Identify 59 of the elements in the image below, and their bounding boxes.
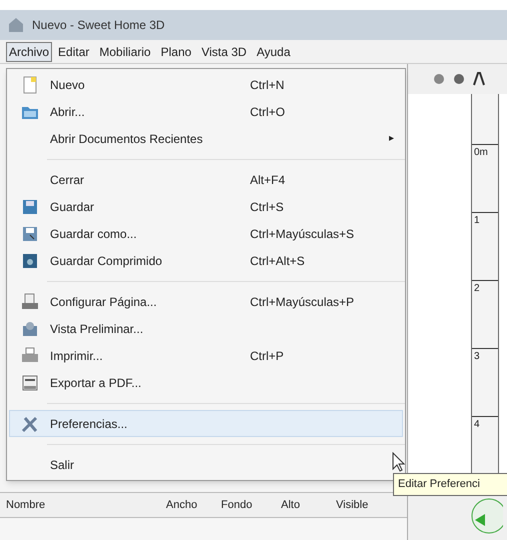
menu-title[interactable]: Archivo bbox=[6, 42, 52, 62]
menu-label: Exportar a PDF... bbox=[50, 374, 142, 392]
menu-label: Guardar bbox=[50, 198, 96, 216]
menu-label: Guardar Comprimido bbox=[50, 252, 164, 270]
column-header[interactable]: Fondo bbox=[215, 496, 275, 514]
page-setup-icon bbox=[21, 292, 39, 310]
shortcut-label: Ctrl+O bbox=[250, 104, 286, 120]
shortcut-label: Ctrl+N bbox=[250, 76, 284, 94]
menu-title[interactable]: Vista 3D bbox=[197, 42, 251, 62]
menu-item[interactable]: Exportar a PDF... bbox=[9, 369, 403, 396]
menu-item[interactable]: Nuevo Ctrl+N bbox=[9, 71, 403, 98]
ruler-label: 0m bbox=[472, 144, 498, 160]
menu-label: Salir bbox=[50, 456, 76, 474]
menu-title[interactable]: Plano bbox=[156, 42, 196, 62]
menu-item[interactable]: Vista Preliminar... bbox=[9, 315, 403, 342]
preview-icon bbox=[21, 320, 39, 338]
app-icon bbox=[8, 17, 24, 33]
menu-item[interactable]: Preferencias... bbox=[9, 410, 403, 437]
menu-label: Imprimir... bbox=[50, 348, 104, 364]
menu-item[interactable]: Guardar como... Ctrl+Mayúsculas+S bbox=[9, 220, 403, 247]
ruler-label: 2 bbox=[472, 280, 498, 296]
tooltip: Editar Preferenci bbox=[393, 473, 507, 496]
pdf-icon bbox=[21, 374, 39, 392]
shortcut-label: Ctrl+P bbox=[250, 348, 284, 364]
document-icon bbox=[21, 76, 39, 94]
column-header[interactable]: Alto bbox=[275, 496, 330, 514]
shortcut-label: Ctrl+Mayúsculas+S bbox=[250, 226, 354, 242]
menu-title[interactable]: Mobiliario bbox=[95, 42, 155, 62]
shortcut-label: Ctrl+Alt+S bbox=[250, 252, 305, 270]
shortcut-label: Ctrl+S bbox=[250, 198, 284, 216]
menu-label: Guardar como... bbox=[50, 226, 138, 242]
submenu-arrow: ▸ bbox=[389, 132, 394, 146]
menu-item[interactable]: Imprimir... Ctrl+P bbox=[9, 342, 403, 369]
menu-label: Configurar Página... bbox=[50, 294, 158, 310]
printer-icon bbox=[21, 346, 39, 364]
menu-label: Preferencias... bbox=[50, 416, 128, 432]
menu-label: Abrir Documentos Recientes bbox=[50, 130, 204, 148]
column-header[interactable]: Nombre bbox=[0, 496, 160, 514]
menu-item[interactable]: Guardar Comprimido Ctrl+Alt+S bbox=[9, 247, 403, 274]
shortcut-label: Alt+F4 bbox=[250, 172, 286, 188]
ruler-label: 3 bbox=[472, 348, 498, 364]
menu-label: Cerrar bbox=[50, 172, 86, 188]
menu-item[interactable]: Abrir Documentos Recientes ▸ bbox=[9, 125, 403, 152]
ruler-label: 4 bbox=[472, 416, 498, 432]
window-title: Nuevo - Sweet Home 3D bbox=[32, 17, 165, 34]
menu-label: Nuevo bbox=[50, 76, 86, 94]
menu-title[interactable]: Editar bbox=[54, 42, 94, 62]
menu-title[interactable]: Ayuda bbox=[252, 42, 294, 62]
column-header[interactable]: Ancho bbox=[160, 496, 215, 514]
compass-icon[interactable] bbox=[469, 496, 503, 536]
shortcut-label: Ctrl+Mayúsculas+P bbox=[250, 294, 354, 310]
menu-label: Abrir... bbox=[50, 104, 86, 120]
menu-item[interactable]: Configurar Página... Ctrl+Mayúsculas+P bbox=[9, 288, 403, 315]
menu-item[interactable]: Cerrar Alt+F4 bbox=[9, 166, 403, 193]
menu-item[interactable]: Guardar Ctrl+S bbox=[9, 193, 403, 220]
menu-item[interactable]: Abrir... Ctrl+O bbox=[9, 98, 403, 125]
ruler-label: 1 bbox=[472, 212, 498, 228]
column-header[interactable]: Visible bbox=[330, 496, 390, 514]
menu-label: Vista Preliminar... bbox=[50, 320, 144, 338]
